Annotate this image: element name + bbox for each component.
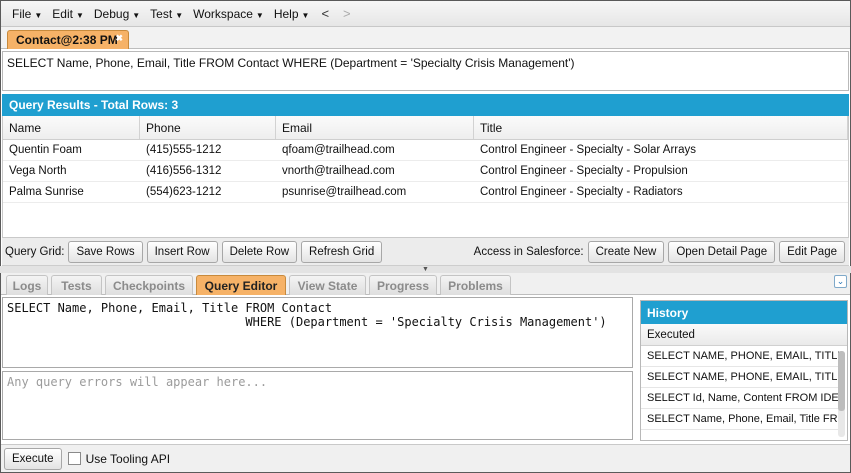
forward-arrow-icon[interactable]: > [336,6,358,21]
results-grid: Name Phone Email Title Quentin Foam (415… [2,116,849,238]
chevron-down-icon: ▼ [132,10,141,20]
cell-email[interactable]: qfoam@trailhead.com [276,140,474,160]
cell-phone[interactable]: (554)623-1212 [140,182,276,202]
history-item[interactable]: SELECT Name, Phone, Email, Title FR... [641,409,839,430]
grid-toolbar: Query Grid: Save Rows Insert Row Delete … [2,238,849,266]
grid-header-row: Name Phone Email Title [3,116,848,140]
panel-splitter[interactable]: ▼ [0,266,851,273]
history-panel: History Executed SELECT NAME, PHONE, EMA… [640,300,848,441]
delete-row-button[interactable]: Delete Row [221,240,298,263]
cell-email[interactable]: psunrise@trailhead.com [276,182,474,202]
cell-title[interactable]: Control Engineer - Specialty - Solar Arr… [474,140,848,160]
history-item[interactable]: SELECT NAME, PHONE, EMAIL, TITLE... [641,346,839,367]
chevron-down-icon: ▼ [255,10,264,20]
tab-tests[interactable]: Tests [51,275,102,295]
query-errors-area[interactable]: Any query errors will appear here... [2,371,633,440]
cell-phone[interactable]: (415)555-1212 [140,140,276,160]
cell-title[interactable]: Control Engineer - Specialty - Propulsio… [474,161,848,181]
table-row[interactable]: Vega North (416)556-1312 vnorth@trailhea… [3,161,848,182]
column-header-name[interactable]: Name [3,116,140,139]
edit-page-button[interactable]: Edit Page [779,240,845,263]
editor-line-1: SELECT Name, Phone, Email, Title FROM Co… [7,301,333,315]
chevron-down-icon: ▼ [301,10,310,20]
table-row[interactable]: Quentin Foam (415)555-1212 qfoam@trailhe… [3,140,848,161]
save-rows-button[interactable]: Save Rows [68,240,143,263]
query-text[interactable]: SELECT Name, Phone, Email, Title FROM Co… [2,51,849,91]
bottom-tab-strip: Logs Tests Checkpoints Query Editor View… [1,273,850,295]
table-row[interactable]: Palma Sunrise (554)623-1212 psunrise@tra… [3,182,848,203]
menu-edit[interactable]: Edit ▼ [47,7,89,21]
workspace-tab-strip: Contact@2:38 PM ✖ [1,27,850,49]
tab-problems[interactable]: Problems [440,275,511,295]
chevron-down-icon: ▼ [75,10,84,20]
cell-title[interactable]: Control Engineer - Specialty - Radiators [474,182,848,202]
history-item[interactable]: SELECT NAME, PHONE, EMAIL, TITLE... [641,367,839,388]
column-header-phone[interactable]: Phone [140,116,276,139]
execute-button[interactable]: Execute [4,447,62,470]
cell-name[interactable]: Vega North [3,161,140,181]
tab-view-state[interactable]: View State [289,275,366,295]
bottom-toolbar: Execute Use Tooling API [1,444,850,472]
tab-query-editor[interactable]: Query Editor [196,275,286,295]
create-new-button[interactable]: Create New [587,240,665,263]
open-detail-page-button[interactable]: Open Detail Page [668,240,776,263]
history-item[interactable]: SELECT Id, Name, Content FROM IDE... [641,388,839,409]
menu-workspace[interactable]: Workspace ▼ [188,7,269,21]
menu-help[interactable]: Help ▼ [269,7,315,21]
column-header-email[interactable]: Email [276,116,474,139]
chevron-down-icon: ▼ [34,10,43,20]
tab-checkpoints[interactable]: Checkpoints [105,275,193,295]
menu-file[interactable]: File ▼ [7,7,47,21]
splitter-grip-icon: ▼ [422,266,429,273]
tab-logs[interactable]: Logs [6,275,48,295]
cell-phone[interactable]: (416)556-1312 [140,161,276,181]
refresh-grid-button[interactable]: Refresh Grid [301,240,383,263]
cell-name[interactable]: Palma Sunrise [3,182,140,202]
history-scrollbar[interactable] [838,351,845,437]
menu-bar: File ▼ Edit ▼ Debug ▼ Test ▼ Workspace ▼ Help… [1,1,850,27]
scrollbar-thumb[interactable] [838,351,845,411]
collapse-panel-icon[interactable]: ⌄ [834,275,847,288]
menu-test[interactable]: Test ▼ [145,7,188,21]
column-header-title[interactable]: Title [474,116,848,139]
back-arrow-icon[interactable]: < [314,6,336,21]
access-in-salesforce-label: Access in Salesforce: [473,245,584,258]
tab-contact-query[interactable]: Contact@2:38 PM ✖ [7,30,129,49]
history-title: History [641,301,847,324]
tab-label: Contact@2:38 PM [16,33,118,47]
editor-line-2: WHERE (Department = 'Specialty Crisis Ma… [7,315,607,329]
use-tooling-api-checkbox[interactable] [67,452,81,465]
chevron-down-icon: ▼ [175,10,184,20]
query-grid-label: Query Grid: [5,245,65,258]
history-executed-header[interactable]: Executed [641,324,847,346]
close-icon[interactable]: ✖ [115,33,123,44]
cell-name[interactable]: Quentin Foam [3,140,140,160]
cell-email[interactable]: vnorth@trailhead.com [276,161,474,181]
tab-progress[interactable]: Progress [369,275,437,295]
menu-debug[interactable]: Debug ▼ [89,7,145,21]
use-tooling-api-label[interactable]: Use Tooling API [86,452,171,466]
query-editor[interactable]: SELECT Name, Phone, Email, Title FROM Co… [2,297,633,368]
results-header: Query Results - Total Rows: 3 [2,94,849,116]
insert-row-button[interactable]: Insert Row [146,240,218,263]
